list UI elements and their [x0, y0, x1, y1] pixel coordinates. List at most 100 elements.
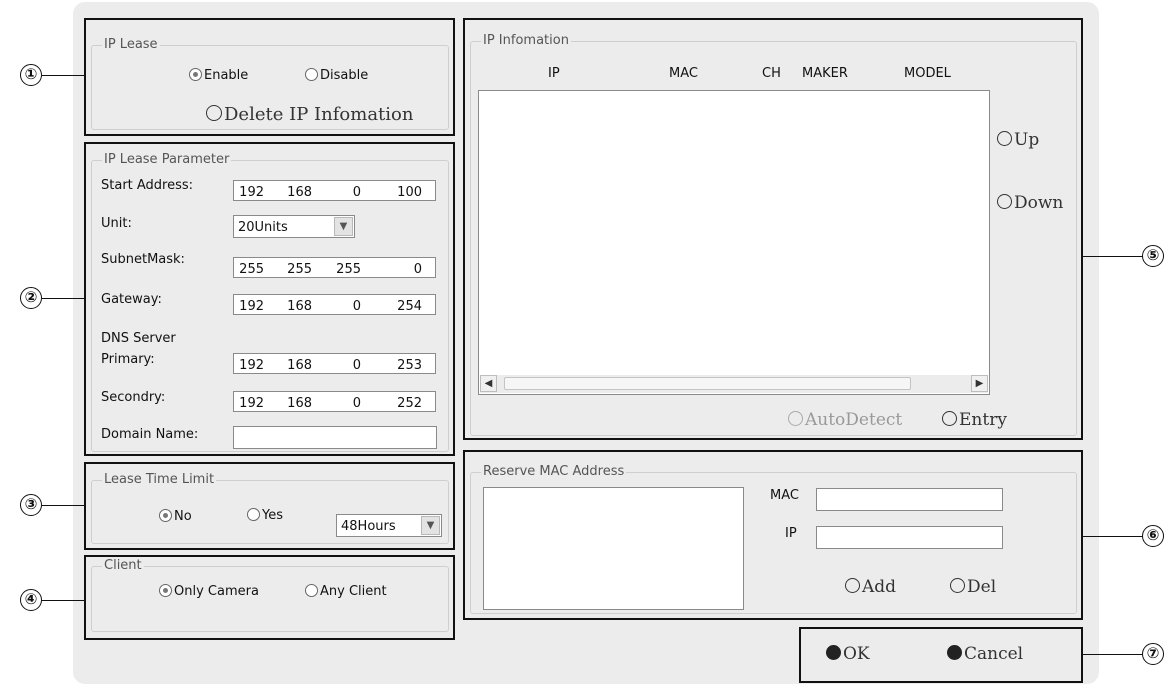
lease-time-no-radio[interactable]: No: [159, 509, 192, 524]
scroll-left-icon[interactable]: ◀: [480, 375, 497, 392]
lease-duration-value: 48Hours: [341, 519, 396, 534]
no-label: No: [174, 509, 192, 524]
callout-number-4: ④: [20, 589, 42, 611]
del-button[interactable]: Del: [950, 577, 996, 597]
ip-lease-title: IP Lease: [102, 37, 160, 52]
up-button[interactable]: Up: [997, 130, 1039, 150]
ip-field[interactable]: [816, 526, 1003, 549]
client-group: Client: [91, 558, 449, 632]
ip-label: IP: [785, 526, 797, 541]
scroll-right-icon[interactable]: ▶: [971, 375, 988, 392]
gateway-field[interactable]: 192 168 0 254: [233, 294, 436, 315]
lease-time-limit-title: Lease Time Limit: [102, 472, 217, 487]
button-circle-icon: [788, 411, 803, 426]
enable-label: Enable: [204, 68, 249, 83]
octet: 255: [336, 262, 361, 277]
cancel-label: Cancel: [964, 644, 1024, 664]
octet: 192: [239, 185, 264, 200]
disable-radio[interactable]: Disable: [305, 68, 368, 83]
chevron-down-icon[interactable]: ▼: [421, 516, 440, 535]
leader-line-6: [1083, 536, 1143, 537]
any-client-radio[interactable]: Any Client: [305, 584, 387, 599]
unit-select[interactable]: 20Units ▼: [233, 215, 355, 238]
button-circle-icon: [942, 411, 957, 426]
gateway-label: Gateway:: [101, 292, 162, 307]
filled-circle-icon: [947, 645, 962, 660]
octet: 255: [239, 262, 264, 277]
radio-unchecked-icon: [247, 508, 260, 521]
lease-time-yes-radio[interactable]: Yes: [247, 508, 283, 523]
radio-checked-icon: [159, 509, 172, 522]
leader-line-5: [1083, 256, 1143, 257]
scrollbar-thumb[interactable]: [504, 377, 911, 390]
column-header-maker: MAKER: [802, 66, 848, 81]
leader-line-3: [42, 505, 84, 506]
delete-ip-info-button[interactable]: Delete IP Infomation: [206, 104, 413, 125]
primary-label: Primary:: [101, 352, 155, 367]
delete-ip-info-label: Delete IP Infomation: [224, 104, 414, 125]
column-header-ip: IP: [548, 66, 560, 81]
cancel-button[interactable]: Cancel: [947, 644, 1023, 664]
leader-line-2: [42, 298, 84, 299]
octet: 168: [287, 396, 312, 411]
button-circle-icon: [845, 578, 860, 593]
chevron-down-icon[interactable]: ▼: [334, 217, 353, 236]
any-client-label: Any Client: [320, 584, 387, 599]
octet: 192: [239, 358, 264, 373]
column-header-ch: CH: [762, 66, 781, 81]
domain-name-field[interactable]: [233, 426, 437, 449]
start-address-field[interactable]: 192 168 0 100: [233, 180, 436, 201]
octet: 0: [352, 396, 361, 411]
secondary-dns-field[interactable]: 192 168 0 252: [233, 391, 436, 412]
unit-value: 20Units: [238, 220, 288, 235]
enable-radio[interactable]: Enable: [189, 68, 248, 83]
primary-dns-field[interactable]: 192 168 0 253: [233, 353, 436, 374]
radio-checked-icon: [159, 584, 172, 597]
leader-line-7: [1083, 654, 1143, 655]
start-address-label: Start Address:: [101, 178, 194, 193]
unit-label: Unit:: [101, 216, 132, 231]
octet: 0: [352, 358, 361, 373]
octet: 0: [352, 299, 361, 314]
down-button[interactable]: Down: [997, 193, 1063, 213]
callout-number-1: ①: [20, 64, 42, 86]
button-circle-icon: [997, 194, 1012, 209]
horizontal-scrollbar[interactable]: ◀ ▶: [480, 375, 988, 393]
add-button[interactable]: Add: [845, 577, 896, 597]
ip-lease-parameter-title: IP Lease Parameter: [102, 152, 232, 167]
octet: 253: [397, 358, 422, 373]
autodetect-button[interactable]: AutoDetect: [788, 410, 902, 430]
ip-information-list[interactable]: ◀ ▶: [478, 90, 990, 395]
radio-unchecked-icon: [305, 68, 318, 81]
octet: 100: [397, 185, 422, 200]
only-camera-label: Only Camera: [174, 584, 259, 599]
callout-number-6: ⑥: [1142, 525, 1164, 547]
yes-label: Yes: [262, 508, 283, 523]
only-camera-radio[interactable]: Only Camera: [159, 584, 259, 599]
radio-checked-icon: [189, 68, 202, 81]
ok-label: OK: [843, 644, 870, 664]
reserve-mac-title: Reserve MAC Address: [481, 464, 627, 479]
down-label: Down: [1014, 193, 1064, 213]
client-title: Client: [102, 558, 144, 573]
mac-field[interactable]: [816, 488, 1003, 511]
button-circle-icon: [997, 131, 1012, 146]
dns-server-label: DNS Server: [101, 331, 176, 346]
filled-circle-icon: [826, 645, 841, 660]
entry-button[interactable]: Entry: [942, 410, 1007, 430]
octet: 0: [352, 185, 361, 200]
octet: 255: [287, 262, 312, 277]
entry-label: Entry: [959, 410, 1007, 430]
autodetect-label: AutoDetect: [805, 410, 903, 430]
lease-duration-select[interactable]: 48Hours ▼: [336, 514, 442, 537]
octet: 192: [239, 396, 264, 411]
subnet-mask-field[interactable]: 255 255 255 0: [233, 257, 436, 278]
ok-button[interactable]: OK: [826, 644, 870, 664]
reserve-mac-list[interactable]: [483, 487, 744, 610]
callout-number-5: ⑤: [1142, 245, 1164, 267]
octet: 0: [413, 262, 422, 277]
del-label: Del: [967, 577, 997, 597]
callout-number-3: ③: [20, 494, 42, 516]
octet: 168: [287, 185, 312, 200]
octet: 168: [287, 299, 312, 314]
